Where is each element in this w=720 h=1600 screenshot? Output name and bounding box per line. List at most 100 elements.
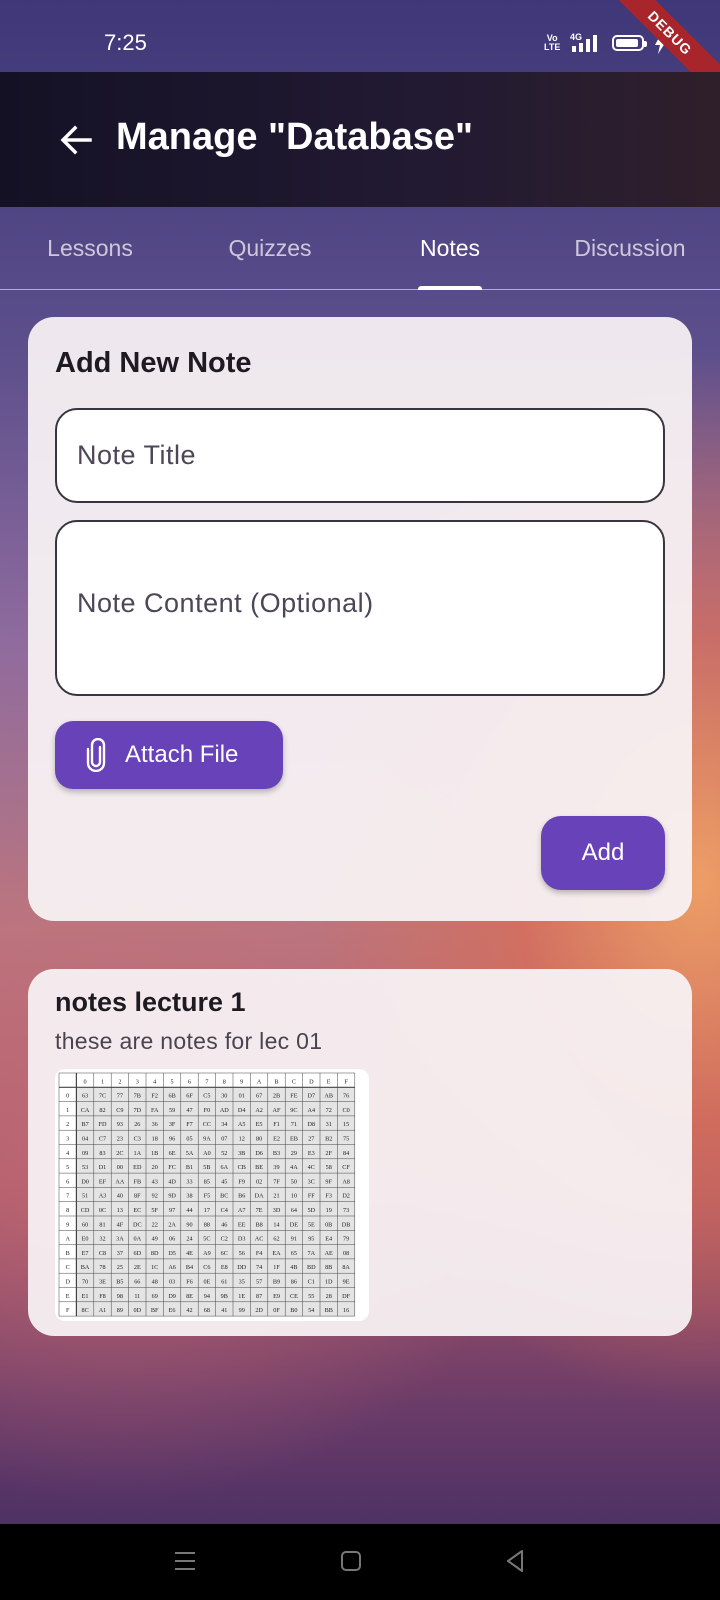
- menu-icon[interactable]: [170, 1546, 200, 1576]
- table-cell: 06: [169, 1236, 175, 1243]
- note-attachment-image[interactable]: 0 1 2 3 4 5 6 7 8 9 A B C D E F 0 63 7C 77 7B F2 6B 6F C5 30 01 67 2…: [55, 1069, 369, 1321]
- table-cell: C6: [203, 1264, 210, 1271]
- table-cell: 83: [99, 1150, 105, 1157]
- table-cell: CE: [290, 1293, 298, 1300]
- table-cell: 22: [152, 1221, 158, 1228]
- table-cell: BF: [151, 1307, 159, 1314]
- table-cell: C0: [342, 1107, 349, 1114]
- table-cell: E7: [82, 1250, 89, 1257]
- volte-icon: Vo LTE: [544, 33, 561, 52]
- table-col-header: A: [257, 1078, 262, 1085]
- note-card[interactable]: notes lecture 1 these are notes for lec …: [28, 969, 692, 1336]
- attach-file-label: Attach File: [125, 741, 239, 768]
- table-cell: B5: [116, 1278, 123, 1285]
- table-cell: 6B: [168, 1093, 175, 1100]
- table-cell: 91: [291, 1236, 297, 1243]
- table-col-header: F: [344, 1078, 348, 1085]
- table-cell: D4: [238, 1107, 246, 1114]
- table-cell: 88: [204, 1221, 210, 1228]
- table-cell: D9: [168, 1293, 176, 1300]
- tab-discussion[interactable]: Discussion: [540, 207, 720, 289]
- table-cell: 58: [326, 1164, 332, 1171]
- table-cell: 5E: [308, 1221, 315, 1228]
- table-row-header: C: [66, 1264, 70, 1271]
- tab-quizzes[interactable]: Quizzes: [180, 207, 360, 289]
- table-cell: F1: [273, 1121, 280, 1128]
- table-cell: 26: [134, 1121, 140, 1128]
- table-cell: E3: [308, 1150, 315, 1157]
- system-nav-bar: [0, 1524, 720, 1600]
- table-cell: 08: [343, 1250, 349, 1257]
- tab-bar: Lessons Quizzes Notes Discussion: [0, 207, 720, 290]
- table-cell: C7: [99, 1135, 106, 1142]
- table-cell: 2A: [168, 1221, 176, 1228]
- table-cell: F7: [186, 1121, 193, 1128]
- table-cell: 56: [239, 1250, 245, 1257]
- table-cell: 6E: [169, 1150, 176, 1157]
- table-cell: 24: [186, 1236, 192, 1243]
- table-cell: FF: [308, 1193, 315, 1200]
- table-cell: F6: [186, 1278, 193, 1285]
- table-cell: 5F: [151, 1207, 158, 1214]
- table-cell: 7B: [134, 1093, 141, 1100]
- table-cell: 94: [204, 1293, 210, 1300]
- table-cell: 73: [343, 1207, 349, 1214]
- tab-notes[interactable]: Notes: [360, 207, 540, 289]
- table-cell: B1: [186, 1164, 193, 1171]
- table-cell: 9A: [203, 1135, 211, 1142]
- table-col-header: 0: [84, 1078, 87, 1085]
- back-nav-icon[interactable]: [500, 1546, 530, 1576]
- note-title-input[interactable]: [57, 410, 663, 501]
- table-cell: F9: [238, 1178, 245, 1185]
- table-col-header: 3: [136, 1078, 139, 1085]
- attach-file-button[interactable]: Attach File: [55, 721, 283, 789]
- status-bar: 7:25 Vo LTE 4G DEBUG: [0, 0, 720, 113]
- table-cell: AE: [325, 1250, 333, 1257]
- table-cell: 65: [291, 1250, 297, 1257]
- table-cell: AD: [220, 1107, 229, 1114]
- table-cell: AB: [324, 1093, 333, 1100]
- table-cell: F3: [325, 1193, 332, 1200]
- table-cell: C1: [308, 1278, 315, 1285]
- table-col-header: 8: [223, 1078, 226, 1085]
- table-cell: A5: [238, 1121, 246, 1128]
- table-cell: B6: [238, 1193, 245, 1200]
- table-cell: C5: [203, 1093, 210, 1100]
- home-icon[interactable]: [336, 1546, 366, 1576]
- table-cell: DA: [255, 1193, 264, 1200]
- table-row-header: 8: [66, 1207, 69, 1214]
- table-cell: 20: [152, 1164, 158, 1171]
- table-cell: BA: [81, 1264, 90, 1271]
- table-cell: 9C: [290, 1107, 297, 1114]
- table-cell: BD: [307, 1264, 316, 1271]
- table-cell: D3: [238, 1236, 246, 1243]
- table-cell: 3F: [169, 1121, 176, 1128]
- table-cell: 77: [117, 1093, 123, 1100]
- note-content-input[interactable]: [57, 522, 663, 694]
- tab-lessons[interactable]: Lessons: [0, 207, 180, 289]
- table-cell: 15: [343, 1121, 349, 1128]
- app-bar: Manage "Database": [0, 72, 720, 207]
- table-cell: 54: [308, 1307, 314, 1314]
- table-cell: 13: [117, 1207, 123, 1214]
- table-cell: 46: [221, 1221, 227, 1228]
- table-cell: 3D: [273, 1207, 281, 1214]
- table-cell: E9: [273, 1293, 280, 1300]
- table-cell: 11: [134, 1293, 140, 1300]
- table-cell: 78: [99, 1264, 105, 1271]
- table-cell: E1: [82, 1293, 89, 1300]
- table-cell: 3C: [308, 1178, 315, 1185]
- table-cell: 0D: [134, 1307, 142, 1314]
- table-cell: 98: [117, 1293, 123, 1300]
- table-cell: 49: [152, 1236, 158, 1243]
- table-cell: B7: [81, 1121, 88, 1128]
- table-cell: 39: [273, 1164, 279, 1171]
- table-row-header: E: [66, 1293, 70, 1300]
- table-cell: 40: [117, 1193, 123, 1200]
- add-note-button[interactable]: Add: [541, 816, 665, 890]
- table-cell: 2B: [273, 1093, 280, 1100]
- back-button[interactable]: [56, 120, 96, 160]
- table-cell: 5B: [203, 1164, 210, 1171]
- table-cell: 8E: [186, 1293, 193, 1300]
- table-cell: 87: [256, 1293, 262, 1300]
